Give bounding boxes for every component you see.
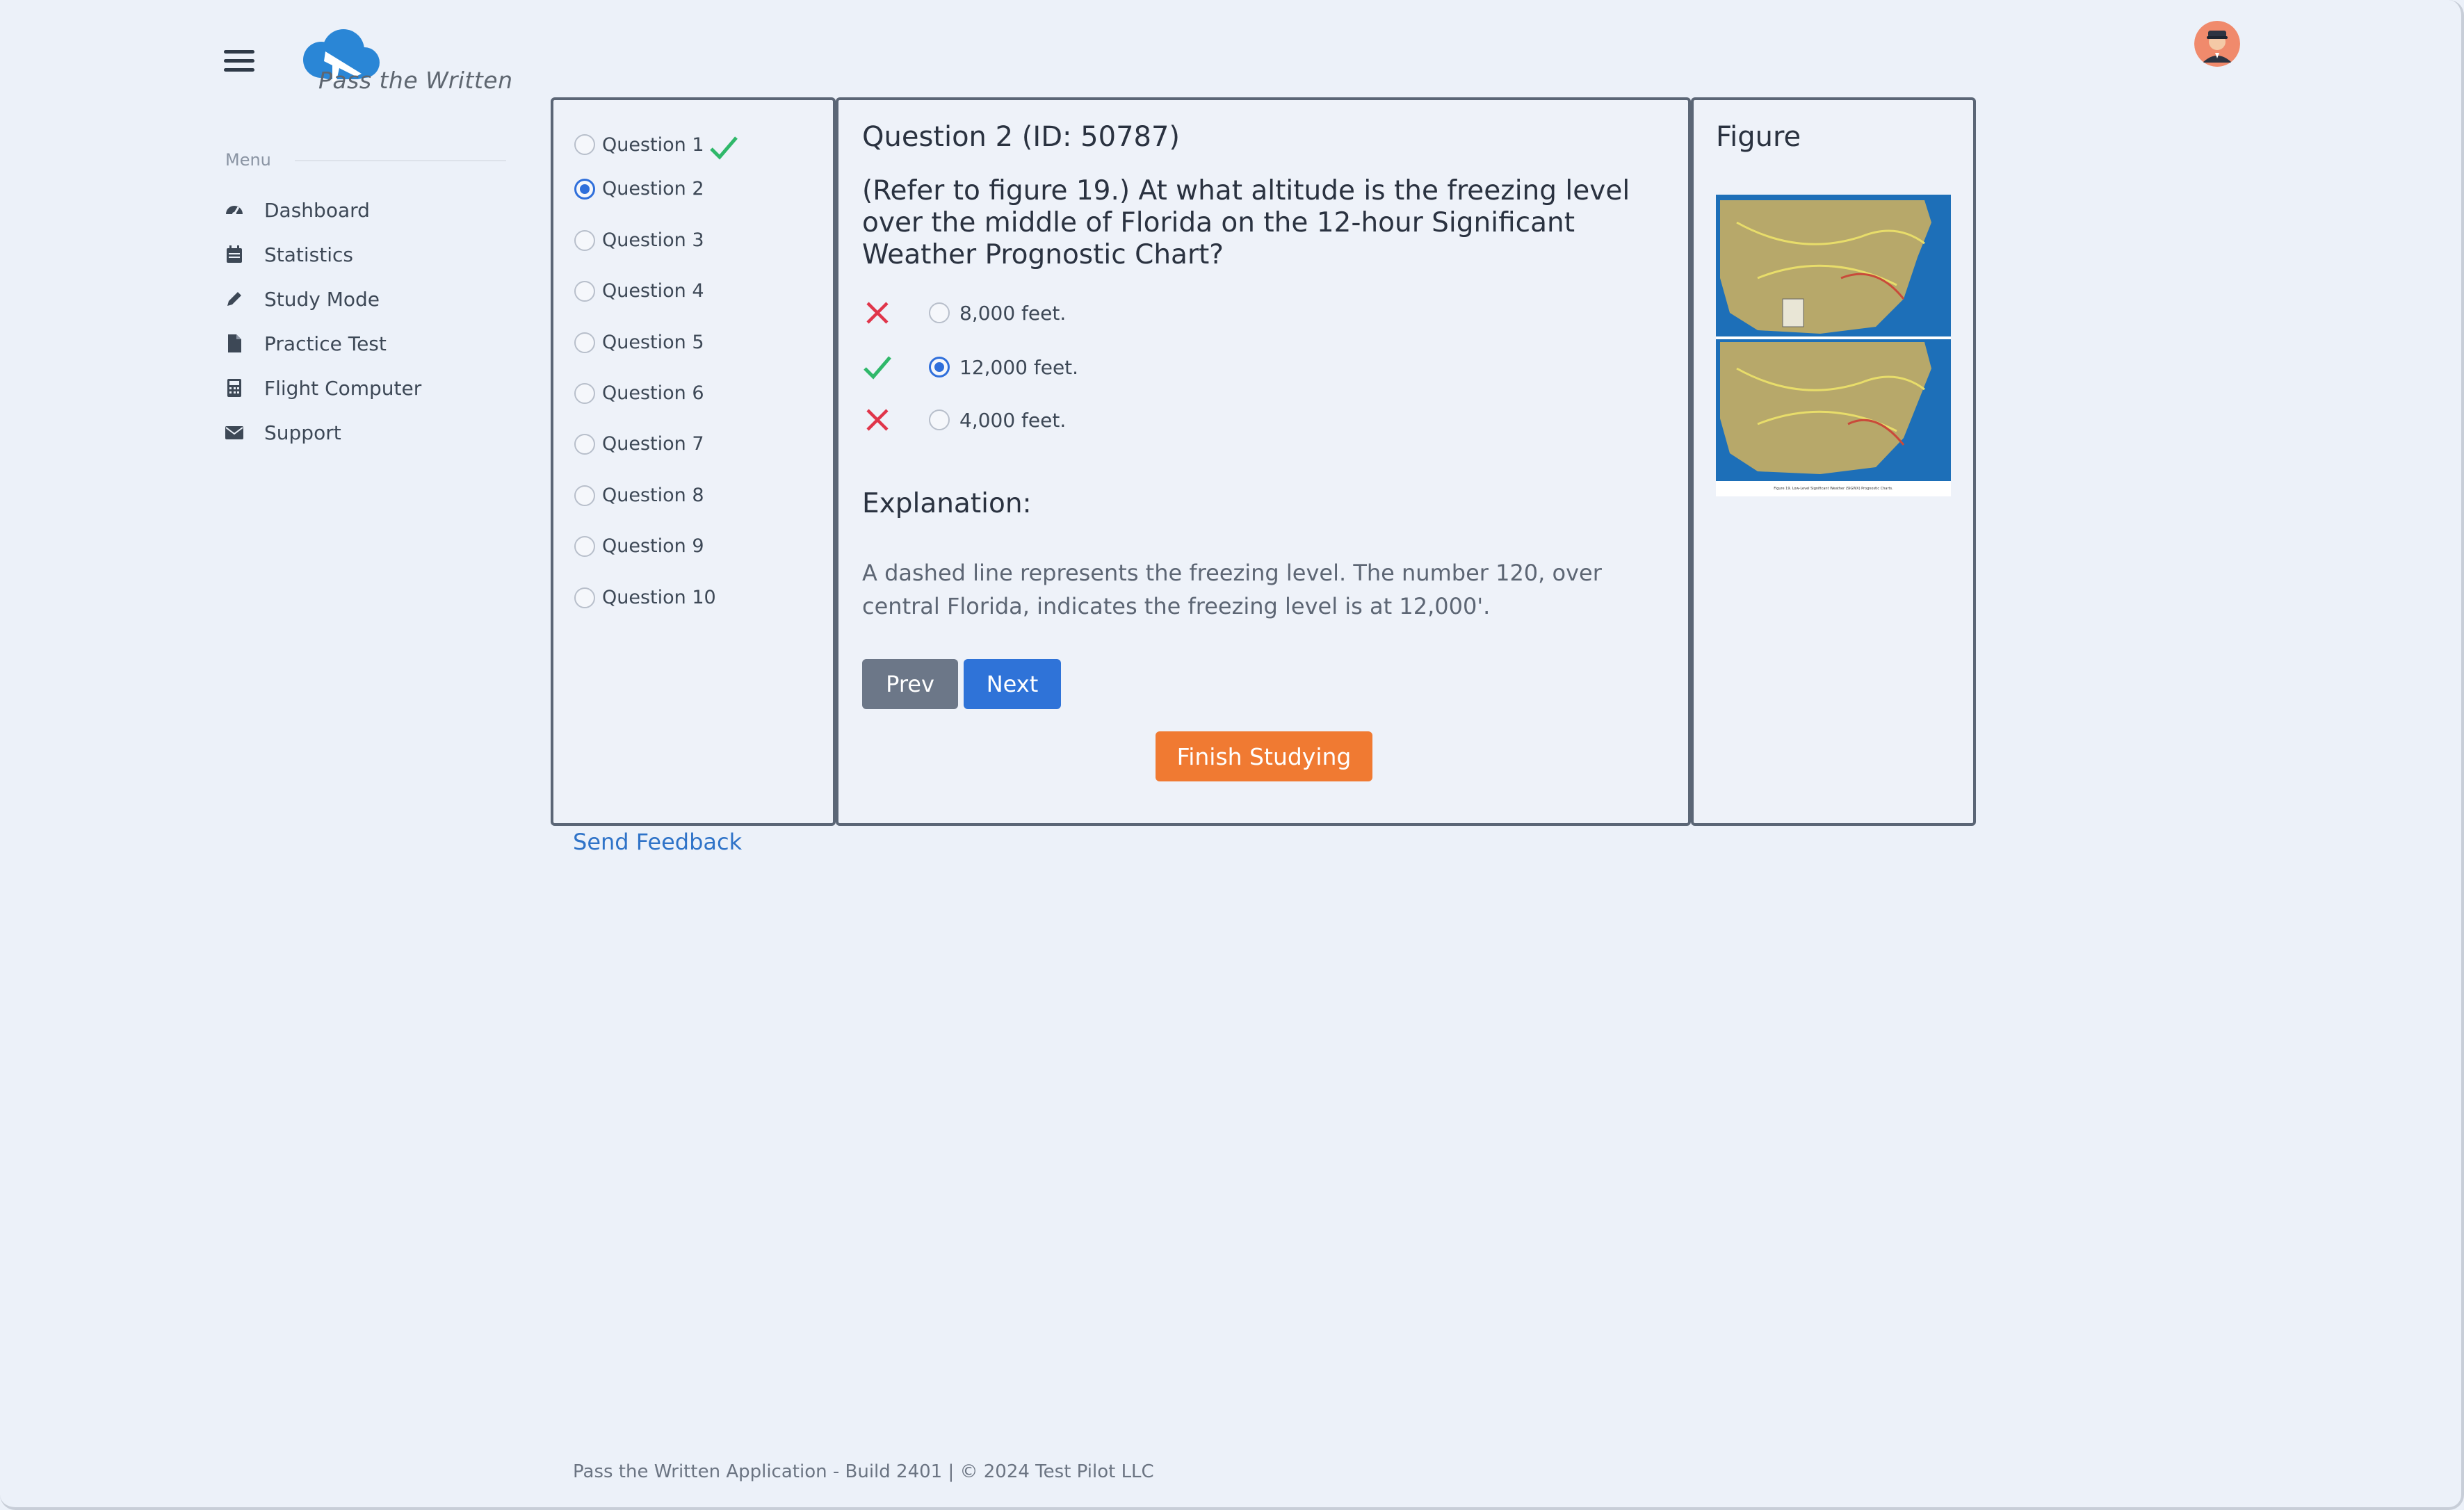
answer-label: 8,000 feet. xyxy=(959,301,1067,325)
question-list-item-5[interactable]: Question 5 xyxy=(574,332,704,353)
question-list-item-7[interactable]: Question 7 xyxy=(574,433,704,455)
user-avatar[interactable] xyxy=(2194,21,2240,67)
question-title: Question 2 (ID: 50787) xyxy=(862,121,1181,153)
answer-option-2[interactable]: 12,000 feet. xyxy=(862,352,1078,382)
sidebar-item-label: Statistics xyxy=(264,243,353,266)
question-label: Question 4 xyxy=(602,280,704,302)
explanation-heading: Explanation: xyxy=(862,488,1032,519)
answer-label: 4,000 feet. xyxy=(959,408,1067,432)
question-label: Question 9 xyxy=(602,535,704,557)
sidebar-item-label: Flight Computer xyxy=(264,376,422,400)
question-label: Question 1 xyxy=(602,133,704,156)
answer-option-1[interactable]: 8,000 feet. xyxy=(862,298,1066,328)
correct-checkmark-icon xyxy=(862,352,893,382)
logo-text: Pass the Written xyxy=(318,67,513,94)
question-radio[interactable] xyxy=(574,485,595,506)
incorrect-x-icon xyxy=(862,298,893,328)
sidebar-item-label: Dashboard xyxy=(264,198,370,222)
question-radio[interactable] xyxy=(574,535,595,557)
sidebar-item-label: Support xyxy=(264,421,341,444)
answer-radio[interactable] xyxy=(929,302,950,323)
question-radio[interactable] xyxy=(574,433,595,455)
envelope-icon xyxy=(224,422,245,443)
file-icon xyxy=(224,333,245,354)
speedometer-icon xyxy=(224,200,245,220)
menu-heading: Menu xyxy=(225,150,271,170)
question-list-item-6[interactable]: Question 6 xyxy=(574,382,704,404)
question-list-item-1[interactable]: Question 1 xyxy=(574,128,739,161)
figure-panel: Figure Figure 19. Low-Level Significant … xyxy=(1691,97,1976,826)
footer-text: Pass the Written Application - Build 240… xyxy=(573,1461,1154,1482)
question-panel: Question 2 (ID: 50787) (Refer to figure … xyxy=(836,97,1691,826)
send-feedback-link[interactable]: Send Feedback xyxy=(573,829,742,855)
question-radio[interactable] xyxy=(574,178,595,200)
question-list-item-3[interactable]: Question 3 xyxy=(574,229,704,251)
question-label: Question 8 xyxy=(602,485,704,506)
answer-label: 12,000 feet. xyxy=(959,355,1079,379)
answer-radio[interactable] xyxy=(929,409,950,430)
question-list-item-4[interactable]: Question 4 xyxy=(574,280,704,302)
checkmark-icon xyxy=(709,136,738,160)
question-radio[interactable] xyxy=(574,134,595,155)
pilot-avatar-icon xyxy=(2194,21,2240,67)
calendar-icon xyxy=(224,244,245,265)
sidebar-item-dashboard[interactable]: Dashboard xyxy=(224,188,421,232)
question-label: Question 7 xyxy=(602,433,704,455)
explanation-text: A dashed line represents the freezing le… xyxy=(862,560,1602,619)
question-radio[interactable] xyxy=(574,332,595,353)
sidebar-item-practice-test[interactable]: Practice Test xyxy=(224,321,421,366)
answer-option-3[interactable]: 4,000 feet. xyxy=(862,405,1066,435)
sidebar-item-flight-computer[interactable]: Flight Computer xyxy=(224,366,421,410)
calculator-icon xyxy=(224,377,245,398)
sidebar-item-support[interactable]: Support xyxy=(224,410,421,455)
question-radio[interactable] xyxy=(574,280,595,302)
finish-studying-button[interactable]: Finish Studying xyxy=(1156,731,1372,781)
question-label: Question 6 xyxy=(602,382,704,404)
sidebar-item-label: Practice Test xyxy=(264,332,387,355)
weather-prog-chart-image xyxy=(1716,195,1951,496)
app-window: Pass the Written Menu Dashboard Statisti… xyxy=(0,0,2464,1510)
answer-radio[interactable] xyxy=(929,357,950,377)
prev-button[interactable]: Prev xyxy=(862,659,958,709)
figure-caption: Figure 19. Low-Level Significant Weather… xyxy=(1774,487,1893,491)
question-text: (Refer to figure 19.) At what altitude i… xyxy=(862,175,1630,270)
sidebar-nav: Dashboard Statistics Study Mode Practice… xyxy=(224,188,421,455)
question-label: Question 2 xyxy=(602,178,704,200)
question-radio[interactable] xyxy=(574,229,595,251)
question-list-panel: Question 1 Question 2 Question 3 Questio… xyxy=(551,97,836,826)
question-list-item-8[interactable]: Question 8 xyxy=(574,485,704,506)
question-radio[interactable] xyxy=(574,382,595,404)
question-list-item-10[interactable]: Question 10 xyxy=(574,587,716,608)
incorrect-x-icon xyxy=(862,405,893,435)
sidebar-item-label: Study Mode xyxy=(264,287,380,311)
sidebar-item-study-mode[interactable]: Study Mode xyxy=(224,277,421,321)
question-label: Question 3 xyxy=(602,229,704,251)
sidebar-item-statistics[interactable]: Statistics xyxy=(224,232,421,277)
question-list-item-9[interactable]: Question 9 xyxy=(574,535,704,557)
question-label: Question 10 xyxy=(602,587,716,608)
pencil-icon xyxy=(224,289,245,309)
next-button[interactable]: Next xyxy=(964,659,1061,709)
menu-divider xyxy=(295,160,506,161)
hamburger-menu-icon[interactable] xyxy=(224,50,254,72)
figure-title: Figure xyxy=(1716,121,1801,153)
question-list-item-2[interactable]: Question 2 xyxy=(574,178,704,200)
figure-image[interactable]: Figure 19. Low-Level Significant Weather… xyxy=(1716,195,1951,496)
question-label: Question 5 xyxy=(602,332,704,353)
question-radio[interactable] xyxy=(574,587,595,608)
